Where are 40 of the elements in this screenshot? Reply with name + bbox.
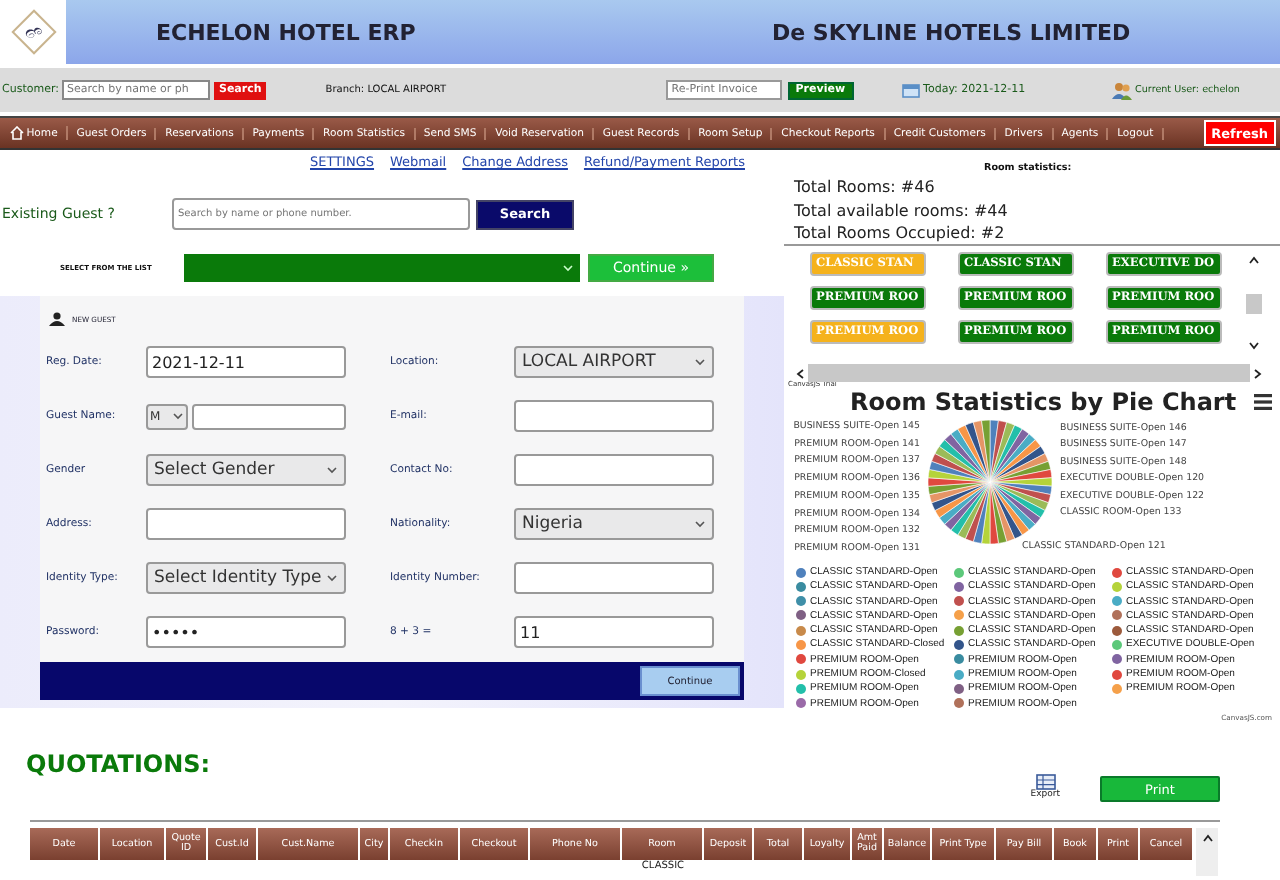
section-title: QUOTATIONS: <box>26 750 211 778</box>
calendar-icon <box>901 82 920 98</box>
room-total: Total Rooms Occupied: #2 <box>794 222 1007 245</box>
spreadsheet-icon <box>1035 774 1056 790</box>
chevron-right-icon <box>1254 367 1262 379</box>
scroll-thumb[interactable] <box>1245 293 1261 313</box>
dropdown[interactable]: Nigeria <box>514 508 714 540</box>
room-total: Total Rooms: #46 <box>794 176 937 199</box>
caret-icon <box>562 264 574 272</box>
chevron-up-icon <box>1247 256 1259 264</box>
chevron-down-icon <box>1247 342 1259 350</box>
menu-icon <box>1254 394 1273 410</box>
caret-icon <box>326 574 338 582</box>
home-icon <box>10 126 25 140</box>
text-field[interactable] <box>514 400 714 432</box>
vertical-scrollbar[interactable] <box>1196 828 1218 876</box>
caret-icon <box>694 358 706 366</box>
text-field[interactable]: ••••• <box>146 616 346 648</box>
app-title: ECHELON HOTEL ERP <box>156 19 418 45</box>
text-field[interactable] <box>192 403 346 429</box>
dropdown[interactable]: Select Gender <box>146 454 346 486</box>
text-field[interactable] <box>146 508 346 540</box>
text-field[interactable]: 2021-12-11 <box>146 346 346 378</box>
room-total: Total available rooms: #44 <box>794 199 1010 222</box>
chart-title: Room Statistics by Pie Chart <box>850 388 1237 416</box>
logo: ℰ <box>0 0 66 64</box>
caret-icon <box>172 412 184 420</box>
dropdown[interactable]: LOCAL AIRPORT <box>514 346 714 378</box>
caret-icon <box>326 466 338 474</box>
chevron-up-icon <box>1201 834 1213 842</box>
dropdown[interactable]: Select Identity Type <box>146 562 346 594</box>
users-icon <box>1111 81 1132 99</box>
text-field[interactable] <box>514 454 714 486</box>
caret-icon <box>694 520 706 528</box>
vertical-scrollbar[interactable] <box>1242 252 1264 354</box>
company-title: De SKYLINE HOTELS LIMITED <box>772 19 1131 45</box>
text-field[interactable]: 11 <box>514 616 714 648</box>
chevron-left-icon <box>796 367 804 379</box>
text-field[interactable] <box>514 562 714 594</box>
user-icon <box>48 312 66 326</box>
